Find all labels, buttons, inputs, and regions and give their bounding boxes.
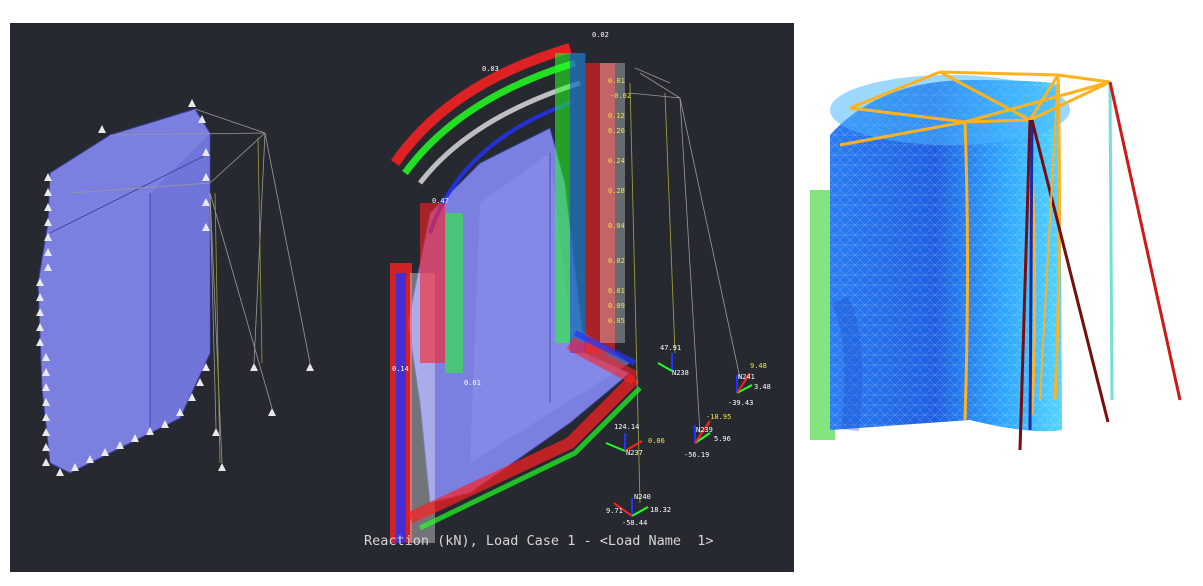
reaction-value3-n240: 18.32 <box>650 506 671 514</box>
shell-model-left <box>36 99 314 476</box>
svg-text:0.26: 0.26 <box>608 127 625 135</box>
node-label-n240: N240 <box>634 493 651 501</box>
reaction-value-n241: -39.43 <box>728 399 753 407</box>
reaction-value-n240: -58.44 <box>622 519 647 527</box>
svg-text:0.12: 0.12 <box>608 112 625 120</box>
reaction-value2-n240: 9.71 <box>606 507 623 515</box>
reaction-value3-n239: 5.96 <box>714 435 731 443</box>
svg-text:0.02: 0.02 <box>608 257 625 265</box>
reaction-value2-n239: -18.95 <box>706 413 731 421</box>
svg-text:0.09: 0.09 <box>608 302 625 310</box>
reaction-value3-n241: 3.48 <box>754 383 771 391</box>
reaction-triad-n238: 47.91 N238 <box>657 344 689 377</box>
reaction-triad-n237: 124.14 0.06 N237 <box>605 423 665 457</box>
reaction-value-n239: -56.19 <box>684 451 709 459</box>
svg-text:0.05: 0.05 <box>608 317 625 325</box>
svg-text:0.14: 0.14 <box>392 365 409 373</box>
svg-text:0.01: 0.01 <box>608 287 625 295</box>
reaction-model: 47.91 N238 N241 -39.43 9.48 3.48 N239 -5… <box>390 31 771 543</box>
node-label-n237: N237 <box>626 449 643 457</box>
node-label-n239: N239 <box>696 426 713 434</box>
svg-text:0.24: 0.24 <box>608 157 625 165</box>
mesh-canvas <box>810 70 1182 451</box>
svg-text:0.03: 0.03 <box>482 65 499 73</box>
load-case-caption: Reaction (kN), Load Case 1 - <Load Name … <box>364 533 714 549</box>
mesh-model-viewport[interactable] <box>800 40 1195 540</box>
reaction-value-n238: 47.91 <box>660 344 681 352</box>
reaction-triad-n239: N239 -56.19 -18.95 5.96 <box>684 413 731 459</box>
svg-text:0.47: 0.47 <box>432 197 449 205</box>
structural-model-viewport[interactable]: 47.91 N238 N241 -39.43 9.48 3.48 N239 -5… <box>10 23 794 572</box>
svg-text:0.04: 0.04 <box>608 222 625 230</box>
node-label-n241: N241 <box>738 373 755 381</box>
svg-text:0.01: 0.01 <box>608 77 625 85</box>
svg-text:-0.02: -0.02 <box>610 92 631 100</box>
reaction-value-n237: 124.14 <box>614 423 639 431</box>
reaction-value2-n241: 9.48 <box>750 362 767 370</box>
node-label-n238: N238 <box>672 369 689 377</box>
reaction-value2-n237: 0.06 <box>648 437 665 445</box>
svg-text:0.02: 0.02 <box>592 31 609 39</box>
reaction-triad-n241: N241 -39.43 9.48 3.48 <box>728 362 771 407</box>
svg-text:0.01: 0.01 <box>464 379 481 387</box>
model-canvas: 47.91 N238 N241 -39.43 9.48 3.48 N239 -5… <box>36 31 771 543</box>
svg-text:0.28: 0.28 <box>608 187 625 195</box>
reaction-triad-n240: N240 -58.44 9.71 18.32 <box>606 493 671 527</box>
